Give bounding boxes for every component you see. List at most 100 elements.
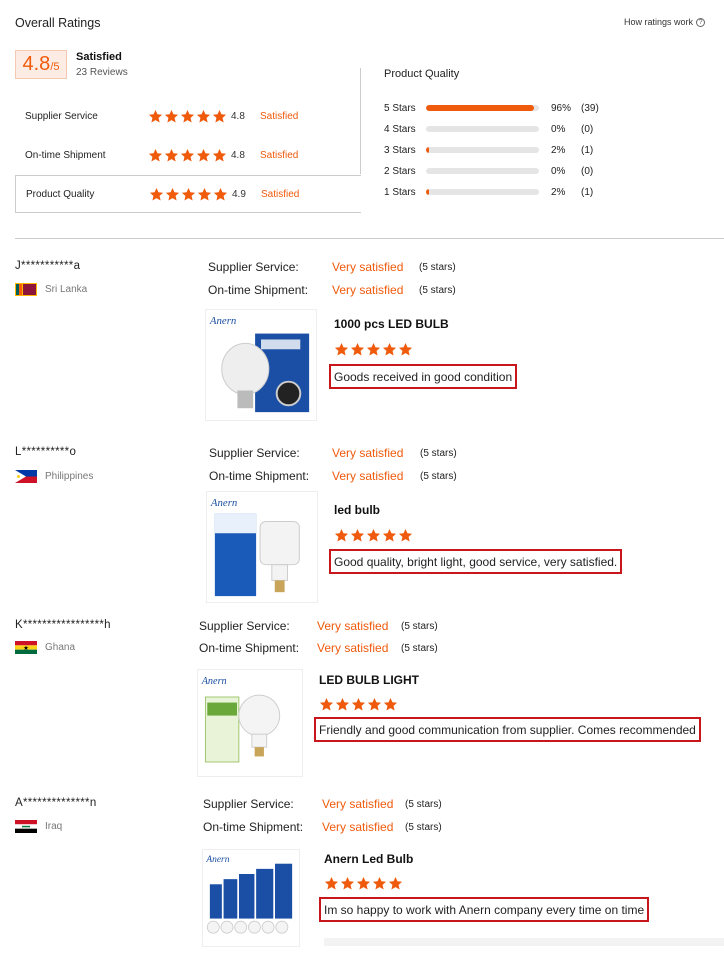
star-icon	[197, 187, 212, 200]
shipment-value: Very satisfied	[332, 469, 404, 483]
star-icon	[180, 148, 195, 161]
shipment-line: On-time Shipment: Very satisfied (5 star…	[209, 469, 457, 483]
country-name: Philippines	[45, 471, 94, 482]
star-icon	[350, 342, 365, 356]
product-name[interactable]: Anern Led Bulb	[324, 852, 413, 866]
section-divider	[15, 238, 724, 239]
product-name[interactable]: 1000 pcs LED BULB	[334, 317, 449, 331]
distribution-label: 2 Stars	[384, 165, 416, 177]
sri-lanka-flag-icon	[15, 283, 37, 296]
product-name[interactable]: led bulb	[334, 503, 380, 517]
distribution-bar	[426, 105, 539, 111]
country-name: Ghana	[45, 642, 76, 653]
supplier-service-value: Very satisfied	[317, 619, 389, 633]
country-name: Iraq	[45, 821, 63, 832]
star-icon	[148, 109, 163, 122]
breakdown-label: Supplier Service	[25, 110, 98, 122]
svg-text:Anern: Anern	[201, 676, 227, 687]
product-image: Anern	[207, 492, 317, 602]
distribution-bar	[426, 189, 539, 195]
distribution-percent: 0%	[551, 165, 566, 177]
breakdown-status: Satisfied	[261, 188, 300, 200]
star-icon	[350, 528, 365, 542]
star-icon	[367, 697, 382, 711]
shipment-label: On-time Shipment:	[203, 820, 304, 834]
shipment-stars: (5 stars)	[401, 643, 438, 654]
supplier-service-label: Supplier Service:	[199, 619, 290, 633]
shipment-line: On-time Shipment: Very satisfied (5 star…	[203, 820, 442, 834]
how-ratings-work-link[interactable]: How ratings work ?	[624, 17, 706, 27]
breakdown-stars	[149, 187, 232, 202]
breakdown-row-on-time-shipment[interactable]: On-time Shipment 4.8 Satisfied	[15, 136, 361, 174]
breakdown-score: 4.9	[232, 188, 246, 200]
reviewer-name: K*****************h	[15, 619, 111, 631]
star-icon	[149, 187, 164, 200]
distribution-row: 5 Stars 96% (39)	[384, 101, 611, 115]
breakdown-label: On-time Shipment	[25, 149, 106, 161]
star-icon	[388, 876, 403, 890]
product-thumbnail[interactable]: Anern	[205, 309, 317, 421]
reviewer-name: J***********a	[15, 260, 81, 272]
review-stars	[334, 528, 413, 543]
distribution-count: (0)	[581, 165, 594, 177]
ghana-flag-icon	[15, 641, 37, 654]
distribution-bar	[426, 126, 539, 132]
product-image: Anern	[198, 671, 302, 775]
star-icon	[383, 697, 398, 711]
distribution-count: (39)	[581, 102, 599, 114]
star-icon	[196, 148, 211, 161]
rating-breakdown: Supplier Service 4.8 Satisfied On-time S…	[15, 97, 361, 213]
svg-text:Anern: Anern	[205, 855, 229, 865]
shipment-label: On-time Shipment:	[199, 641, 300, 655]
philippines-flag-icon	[15, 470, 37, 483]
star-icon	[398, 342, 413, 356]
star-icon	[334, 528, 349, 542]
reviewer-name: A**************n	[15, 797, 97, 809]
svg-text:Anern: Anern	[210, 497, 237, 509]
star-icon	[334, 342, 349, 356]
distribution-row: 4 Stars 0% (0)	[384, 122, 611, 136]
distribution-percent: 2%	[551, 144, 566, 156]
breakdown-score: 4.8	[231, 110, 245, 122]
product-thumbnail[interactable]: Anern	[206, 491, 318, 603]
review-comment: Good quality, bright light, good service…	[329, 549, 623, 574]
distribution-percent: 2%	[551, 186, 566, 198]
product-name[interactable]: LED BULB LIGHT	[319, 673, 419, 687]
distribution-bar	[426, 168, 539, 174]
supplier-service-label: Supplier Service:	[208, 260, 299, 274]
distribution-row: 2 Stars 0% (0)	[384, 164, 611, 178]
distribution-label: 5 Stars	[384, 102, 416, 114]
breakdown-row-supplier-service[interactable]: Supplier Service 4.8 Satisfied	[15, 97, 361, 135]
country-name: Sri Lanka	[45, 284, 88, 295]
distribution-bar-fill	[426, 147, 429, 153]
distribution-row: 1 Stars 2% (1)	[384, 185, 611, 199]
overall-score-badge: 4.8 /5	[15, 50, 67, 79]
distribution-label: 4 Stars	[384, 123, 416, 135]
star-icon	[196, 109, 211, 122]
breakdown-row-product-quality[interactable]: Product Quality 4.9 Satisfied	[15, 175, 361, 213]
reviewer-country: Sri Lanka	[15, 283, 87, 296]
svg-text:Anern: Anern	[209, 315, 236, 327]
product-thumbnail[interactable]: Anern	[197, 669, 303, 777]
breakdown-stars	[148, 109, 231, 124]
product-image: Anern	[206, 310, 316, 420]
star-icon	[180, 109, 195, 122]
star-icon	[335, 697, 350, 711]
supplier-service-line: Supplier Service: Very satisfied (5 star…	[208, 260, 456, 274]
overall-score: 4.8	[22, 53, 51, 75]
breakdown-status: Satisfied	[260, 110, 299, 122]
supplier-service-line: Supplier Service: Very satisfied (5 star…	[203, 797, 442, 811]
star-icon	[366, 528, 381, 542]
breakdown-score: 4.8	[231, 149, 245, 161]
star-icon	[213, 187, 228, 200]
star-icon	[212, 148, 227, 161]
supplier-service-stars: (5 stars)	[401, 621, 438, 632]
star-icon	[372, 876, 387, 890]
product-thumbnail[interactable]: Anern	[202, 849, 300, 947]
star-icon	[164, 109, 179, 122]
star-icon	[164, 148, 179, 161]
star-icon	[356, 876, 371, 890]
shipment-stars: (5 stars)	[419, 285, 456, 296]
distribution-percent: 0%	[551, 123, 566, 135]
distribution-count: (1)	[581, 144, 594, 156]
